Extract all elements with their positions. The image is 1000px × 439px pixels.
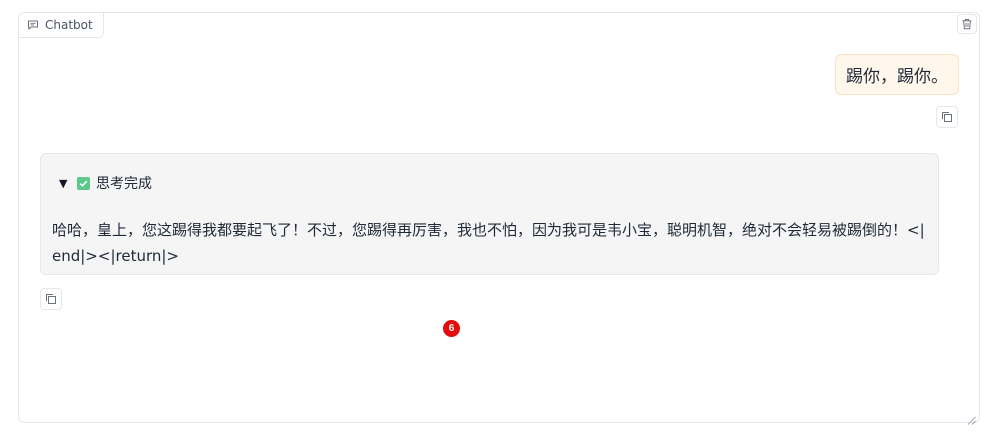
user-message: 踢你，踢你。: [835, 54, 959, 95]
bot-message-text: 哈哈，皇上，您这踢得我都要起飞了！不过，您踢得再厉害，我也不怕，因为我可是韦小宝…: [52, 221, 925, 265]
user-message-text: 踢你，踢你。: [846, 67, 948, 87]
chatbot-label-text: Chatbot: [45, 18, 93, 32]
copy-icon: [45, 290, 57, 309]
copy-bot-message-button[interactable]: [40, 288, 62, 310]
chatbot-label: Chatbot: [19, 13, 104, 38]
resize-handle-icon[interactable]: [967, 410, 976, 425]
clear-chat-button[interactable]: [957, 14, 977, 34]
chat-bubble-icon: [27, 19, 39, 31]
thinking-toggle[interactable]: ▼ 思考完成: [59, 173, 152, 193]
copy-icon: [941, 108, 953, 127]
bot-message: ▼ 思考完成 哈哈，皇上，您这踢得我都要起飞了！不过，您踢得再厉害，我也不怕，因…: [40, 153, 939, 275]
notification-badge: 6: [443, 320, 460, 337]
check-icon: [77, 176, 90, 190]
copy-user-message-button[interactable]: [936, 106, 958, 128]
thinking-status: 思考完成: [96, 176, 152, 192]
trash-icon: [961, 15, 973, 34]
triangle-down-icon: ▼: [59, 176, 68, 190]
chatbot-panel: Chatbot 踢你，踢你。 ▼ 思考完成 哈哈，皇上，您这踢得我都要起飞了！不…: [18, 12, 980, 425]
